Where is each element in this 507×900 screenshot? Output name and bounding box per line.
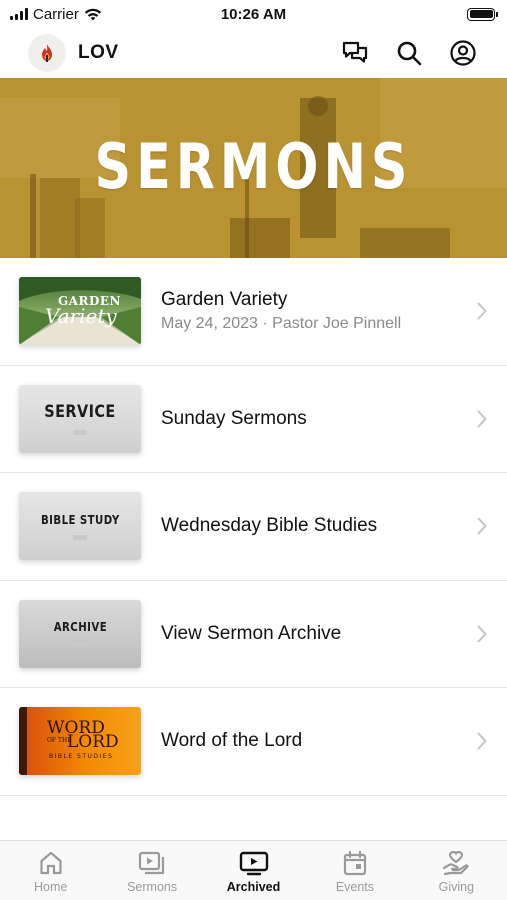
list-item-garden-variety[interactable]: GARDEN Variety Garden Variety May 24, 20… [0,258,507,366]
sermon-list: GARDEN Variety Garden Variety May 24, 20… [0,258,507,796]
tab-sermons[interactable]: Sermons [101,841,202,900]
search-button[interactable] [393,37,425,69]
list-item-sermon-archive[interactable]: ARCHIVE View Sermon Archive [0,581,507,688]
hero-banner: SERMONS [0,78,507,258]
archive-thumb-label: ARCHIVE [53,620,107,635]
battery-icon [467,7,498,21]
carrier-label: Carrier [33,5,79,23]
tab-events[interactable]: Events [304,841,405,900]
garden-variety-thumbnail: GARDEN Variety [19,277,141,346]
tab-label: Events [335,880,375,894]
row-title: Sunday Sermons [161,407,307,429]
row-subtitle: May 24, 2023 · Pastor Joe Pinnell [161,315,402,333]
tab-label: Archived [226,880,281,894]
tab-bar: Home Sermons Archived Events Giving [0,840,507,900]
thumb-edge [19,707,27,776]
app-title: LOV [78,42,119,63]
chat-icon [342,41,368,63]
tab-archived[interactable]: Archived [203,841,304,900]
garden-thumb-line2: Variety [45,304,117,329]
status-left: Carrier [10,6,102,23]
flame-icon [42,44,52,62]
archive-thumbnail: ARCHIVE [19,599,141,668]
giving-icon [443,850,469,876]
list-item-word-of-the-lord[interactable]: WORD OF THE LORD BIBLE STUDIES Word of t… [0,688,507,796]
chevron-right-icon [477,517,487,535]
row-text: View Sermon Archive [161,623,341,645]
chevron-right-icon [477,410,487,428]
church-logo[interactable] [28,34,66,72]
mini-logo [73,430,87,436]
chevron-right-icon [477,732,487,750]
word-thumb-line3: LORD [67,732,119,753]
chevron-right-icon [477,625,487,643]
tab-label: Giving [438,880,475,894]
tab-giving[interactable]: Giving [406,841,507,900]
account-icon [450,40,476,66]
account-button[interactable] [447,37,479,69]
chevron-right-icon [477,302,487,320]
header-actions [339,37,479,69]
row-title: Word of the Lord [161,730,303,752]
signal-icon [10,8,28,20]
home-icon [40,851,62,875]
tab-label: Sermons [127,880,178,894]
bible-study-thumbnail: BIBLE STUDY [19,492,141,561]
status-bar: Carrier 10:26 AM [0,0,507,28]
sermons-icon [139,851,165,875]
calendar-icon [343,850,367,876]
tab-home[interactable]: Home [0,841,101,900]
mini-logo [73,642,87,648]
row-title: View Sermon Archive [161,622,342,644]
tab-label: Home [34,880,68,894]
list-item-sunday-sermons[interactable]: SERVICE Sunday Sermons [0,366,507,473]
chat-button[interactable] [339,37,371,69]
search-icon [397,41,422,66]
tv-icon [239,851,268,876]
app-header: LOV [0,28,507,78]
word-thumb-line4: BIBLE STUDIES [49,753,114,761]
service-thumbnail: SERVICE [19,384,141,453]
row-text: Garden Variety May 24, 2023 · Pastor Joe… [161,289,401,333]
wifi-icon [84,8,102,20]
row-text: Word of the Lord [161,730,302,752]
list-item-wednesday-bible-studies[interactable]: BIBLE STUDY Wednesday Bible Studies [0,473,507,581]
row-text: Wednesday Bible Studies [161,515,377,537]
word-of-the-lord-thumbnail: WORD OF THE LORD BIBLE STUDIES [19,707,141,776]
hero-title: SERMONS [94,130,413,203]
bible-study-thumb-label: BIBLE STUDY [40,512,120,527]
mini-logo [73,534,87,540]
battery-fill [469,10,493,18]
row-text: Sunday Sermons [161,408,307,430]
service-thumb-label: SERVICE [44,402,116,423]
row-title: Garden Variety [161,289,288,311]
row-title: Wednesday Bible Studies [161,515,378,537]
